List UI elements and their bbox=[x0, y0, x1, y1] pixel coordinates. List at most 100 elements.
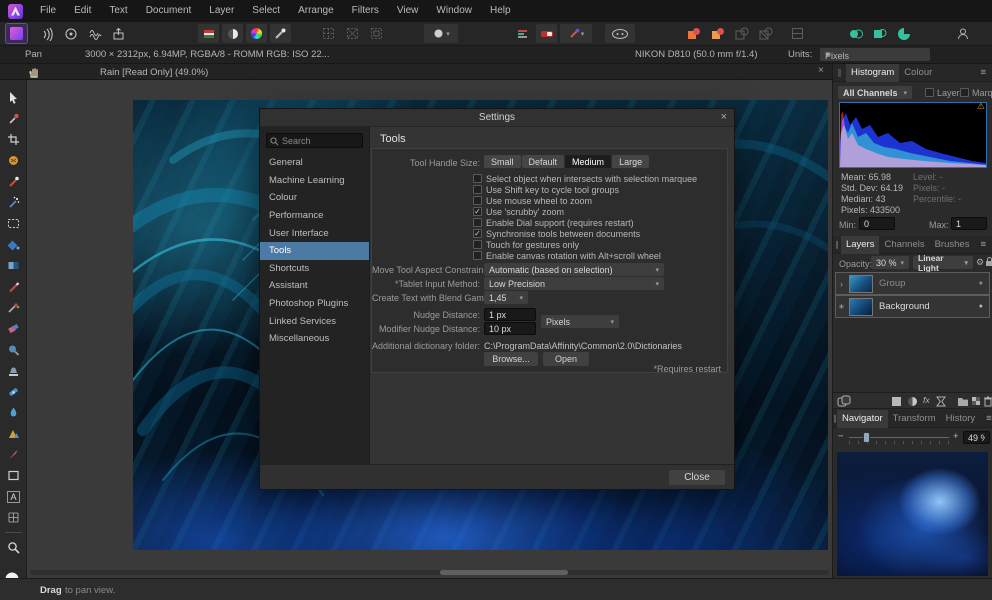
menu-help[interactable]: Help bbox=[481, 0, 520, 22]
mesh-warp-tool-icon[interactable] bbox=[3, 508, 24, 527]
open-button[interactable]: Open bbox=[543, 352, 589, 366]
geometry-intersect-icon[interactable] bbox=[731, 24, 752, 43]
histogram-warning-icon[interactable]: ⚠ bbox=[977, 101, 985, 112]
tab-transform[interactable]: Transform bbox=[888, 410, 941, 428]
menu-file[interactable]: File bbox=[31, 0, 65, 22]
search-input[interactable] bbox=[282, 134, 362, 147]
layer-settings-gear-icon[interactable]: ⚙ bbox=[976, 257, 984, 268]
horizontal-scrollbar[interactable] bbox=[30, 570, 829, 575]
marquee-tool-icon[interactable] bbox=[3, 214, 24, 233]
zoom-out-icon[interactable]: − bbox=[838, 431, 844, 442]
checkbox-touch-gestures[interactable] bbox=[473, 240, 482, 249]
layer-visibility-toggle[interactable]: ● bbox=[979, 303, 983, 310]
dialog-close-icon[interactable]: × bbox=[721, 111, 727, 123]
settings-search-box[interactable] bbox=[266, 133, 363, 148]
marquee-checkbox[interactable] bbox=[960, 88, 969, 97]
selection-brush-tool-icon[interactable] bbox=[3, 151, 24, 170]
square-circle-icon[interactable] bbox=[869, 24, 890, 43]
tab-channels[interactable]: Channels bbox=[879, 236, 929, 254]
handle-size-medium[interactable]: Medium bbox=[565, 155, 611, 168]
menu-edit[interactable]: Edit bbox=[65, 0, 100, 22]
handle-size-large[interactable]: Large bbox=[612, 155, 649, 168]
sidebar-item-photoshop-plugins[interactable]: Photoshop Plugins bbox=[260, 295, 369, 313]
modifier-nudge-input[interactable] bbox=[484, 322, 536, 335]
crossed-grid-icon[interactable] bbox=[342, 24, 363, 43]
checkbox-canvas-rotation[interactable] bbox=[473, 251, 482, 260]
checkbox-select-object[interactable] bbox=[473, 174, 482, 183]
healing-brush-tool-icon[interactable] bbox=[3, 382, 24, 401]
tab-brushes[interactable]: Brushes bbox=[930, 236, 975, 254]
menu-text[interactable]: Text bbox=[100, 0, 136, 22]
tab-colour[interactable]: Colour bbox=[899, 64, 937, 82]
layer-checkbox[interactable] bbox=[925, 88, 934, 97]
auto-levels-icon[interactable] bbox=[198, 24, 219, 43]
sidebar-item-machine-learning[interactable]: Machine Learning bbox=[260, 172, 369, 190]
sharpen-tool-icon[interactable] bbox=[3, 424, 24, 443]
sidebar-item-tools[interactable]: Tools bbox=[260, 242, 369, 260]
channels-select[interactable]: All Channels ▾ bbox=[838, 86, 912, 99]
nudge-distance-input[interactable] bbox=[484, 308, 536, 321]
nudge-units-select[interactable]: Pixels ▾ bbox=[541, 315, 619, 328]
histogram-display[interactable]: ⚠ bbox=[839, 102, 987, 168]
checkbox-mouse-wheel-zoom[interactable] bbox=[473, 196, 482, 205]
zoom-tool-icon[interactable] bbox=[3, 538, 24, 557]
units-select[interactable]: Pixels ▾ bbox=[820, 48, 930, 61]
layer-name[interactable]: Group bbox=[879, 278, 905, 289]
checkbox-shift-cycle[interactable] bbox=[473, 185, 482, 194]
menu-arrange[interactable]: Arrange bbox=[289, 0, 343, 22]
rectangle-tool-icon[interactable] bbox=[3, 466, 24, 485]
account-person-icon[interactable] bbox=[952, 24, 973, 43]
layer-row-group[interactable]: › Group ● bbox=[835, 272, 990, 295]
sidebar-item-linked-services[interactable]: Linked Services bbox=[260, 312, 369, 330]
menu-view[interactable]: View bbox=[388, 0, 428, 22]
geometry-add-icon[interactable] bbox=[683, 24, 704, 43]
new-layer-icon[interactable] bbox=[971, 396, 982, 410]
checkbox-dial-support[interactable] bbox=[473, 218, 482, 227]
checkbox-synchronise-tools[interactable]: ✓ bbox=[473, 229, 482, 238]
auto-colour-icon[interactable] bbox=[246, 24, 267, 43]
circle-swatch-icon[interactable]: ▾ bbox=[424, 24, 458, 43]
delete-layer-trash-icon[interactable] bbox=[983, 395, 992, 410]
sidebar-item-user-interface[interactable]: User Interface bbox=[260, 224, 369, 242]
layer-thumbnail[interactable] bbox=[849, 298, 873, 316]
settings-dialog-titlebar[interactable]: Settings × bbox=[260, 109, 734, 127]
horizontal-scrollbar-thumb[interactable] bbox=[440, 570, 568, 575]
move-tool-icon[interactable] bbox=[3, 88, 24, 107]
blend-mode-select[interactable]: Linear Light ▾ bbox=[913, 256, 973, 269]
layer-thumbnail[interactable] bbox=[849, 275, 873, 293]
panel-collapse-icon[interactable]: ∥ bbox=[833, 240, 841, 249]
tab-close-icon[interactable]: × bbox=[818, 65, 824, 76]
checkbox-scrubby-zoom[interactable]: ✓ bbox=[473, 207, 482, 216]
panel-menu-icon[interactable]: ≡ bbox=[974, 239, 992, 250]
layer-lock-icon[interactable] bbox=[985, 256, 992, 270]
live-filter-icon[interactable] bbox=[936, 396, 946, 410]
zoom-value-input[interactable] bbox=[963, 431, 990, 444]
layer-expand-chevron-icon[interactable]: › bbox=[836, 279, 847, 289]
gradient-tool-icon[interactable] bbox=[3, 256, 24, 275]
panel-menu-icon[interactable]: ≡ bbox=[974, 67, 992, 78]
sidebar-item-performance[interactable]: Performance bbox=[260, 207, 369, 225]
zoom-in-icon[interactable]: + bbox=[953, 431, 959, 442]
auto-white-balance-icon[interactable] bbox=[270, 24, 291, 43]
tab-layers[interactable]: Layers bbox=[841, 236, 880, 254]
paint-brush-tool-icon[interactable] bbox=[3, 277, 24, 296]
menu-filters[interactable]: Filters bbox=[343, 0, 388, 22]
export-persona-icon[interactable] bbox=[108, 24, 129, 43]
tab-history[interactable]: History bbox=[941, 410, 981, 428]
pixel-brush-tool-icon[interactable] bbox=[3, 298, 24, 317]
erase-brush-tool-icon[interactable] bbox=[3, 319, 24, 338]
photo-persona-icon[interactable] bbox=[6, 24, 27, 43]
vector-brush-tool-icon[interactable] bbox=[3, 445, 24, 464]
panel-menu-icon[interactable]: ≡ bbox=[980, 413, 992, 424]
geometry-subtract-icon[interactable] bbox=[707, 24, 728, 43]
opacity-select[interactable]: 30 % ▾ bbox=[871, 256, 909, 269]
sidebar-item-general[interactable]: General bbox=[260, 154, 369, 172]
menu-window[interactable]: Window bbox=[427, 0, 481, 22]
snapping-toggle-icon[interactable] bbox=[536, 24, 557, 43]
max-input[interactable] bbox=[951, 217, 987, 230]
handle-size-default[interactable]: Default bbox=[522, 155, 565, 168]
mask-layer-icon[interactable] bbox=[891, 396, 902, 410]
compound-icon[interactable] bbox=[787, 24, 808, 43]
snap-presets-icon[interactable]: ▾ bbox=[560, 24, 592, 43]
geometry-divide-icon[interactable] bbox=[755, 24, 776, 43]
